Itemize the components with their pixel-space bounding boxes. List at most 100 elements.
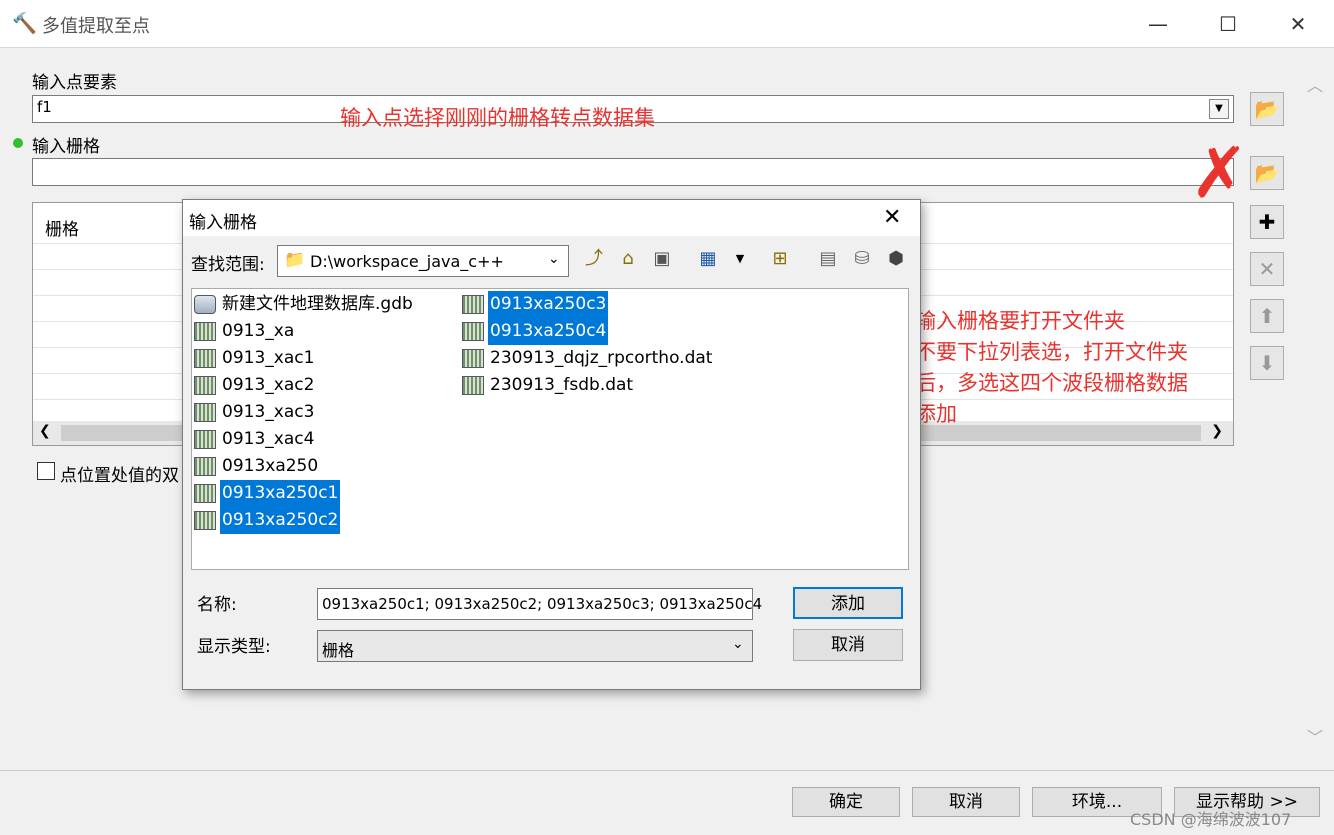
new-folder-icon[interactable]: ⊞ bbox=[767, 246, 793, 272]
file-name: 0913_xa bbox=[222, 321, 295, 341]
scroll-up-icon[interactable]: ︿ bbox=[1307, 72, 1323, 96]
list-item[interactable]: 0913_xa bbox=[194, 318, 415, 345]
raster-icon bbox=[462, 322, 484, 341]
open-folder-icon[interactable]: 📂 bbox=[1250, 156, 1284, 190]
type-label: 显示类型: bbox=[197, 637, 271, 657]
input-points-label: 输入点要素 bbox=[32, 73, 117, 93]
chevron-down-icon[interactable]: ⌄ bbox=[548, 251, 560, 267]
input-points-value: f1 bbox=[37, 98, 52, 116]
list-item[interactable]: 0913_xac1 bbox=[194, 345, 415, 372]
raster-icon bbox=[462, 376, 484, 395]
scroll-down-icon[interactable]: ﹀ bbox=[1307, 724, 1323, 748]
catalog-icon[interactable]: ▤ bbox=[815, 246, 841, 272]
home-icon[interactable]: ⌂ bbox=[615, 246, 641, 272]
list-item[interactable]: 0913xa250 bbox=[194, 453, 415, 480]
lookin-value: D:\workspace_java_c++ bbox=[310, 252, 504, 271]
file-name: 0913_xac3 bbox=[222, 402, 315, 422]
chevron-down-icon[interactable]: ⌄ bbox=[732, 636, 744, 652]
list-item[interactable]: 0913xa250c1 bbox=[194, 480, 415, 507]
hammer-icon: 🔨 bbox=[12, 11, 37, 35]
input-raster-dialog: 输入栅格 ✕ 查找范围: 📁 D:\workspace_java_c++ ⌄ ⤴… bbox=[182, 199, 921, 690]
annotation-line: 不要下拉列表选，打开文件夹 bbox=[915, 340, 1188, 364]
folder-icon: 📁 bbox=[284, 250, 306, 270]
window-title: 多值提取至点 bbox=[42, 16, 150, 37]
input-rasters-combo[interactable] bbox=[32, 158, 1234, 186]
file-column-1: 新建文件地理数据库.gdb 0913_xa 0913_xac1 0913_xac2 09… bbox=[194, 291, 415, 534]
list-item[interactable]: 0913_xac3 bbox=[194, 399, 415, 426]
up-folder-icon[interactable]: ⤴ bbox=[581, 246, 607, 272]
file-name: 0913xa250 bbox=[222, 456, 319, 476]
file-name: 0913_xac4 bbox=[222, 429, 315, 449]
list-item[interactable]: 0913xa250c2 bbox=[194, 507, 415, 534]
chevron-down-icon[interactable]: ▼ bbox=[1209, 99, 1229, 119]
raster-list-header: 栅格 bbox=[45, 220, 79, 240]
file-name: 新建文件地理数据库.gdb bbox=[222, 294, 413, 314]
ok-button[interactable]: 确定 bbox=[792, 787, 900, 817]
list-item[interactable]: 0913xa250c3 bbox=[462, 291, 714, 318]
scroll-right-icon[interactable]: ❯ bbox=[1211, 423, 1223, 439]
value-checkbox-label: 点位置处值的双 bbox=[60, 466, 179, 486]
close-icon[interactable]: ✕ bbox=[1286, 12, 1310, 36]
open-folder-icon[interactable]: 📂 bbox=[1250, 92, 1284, 126]
lookin-label: 查找范围: bbox=[191, 255, 265, 275]
file-name: 0913xa250c2 bbox=[220, 507, 341, 534]
list-item[interactable]: 230913_fsdb.dat bbox=[462, 372, 714, 399]
lookin-combo[interactable]: 📁 D:\workspace_java_c++ ⌄ bbox=[277, 245, 569, 277]
dialog-title-bar: 输入栅格 ✕ bbox=[183, 200, 920, 236]
raster-icon bbox=[462, 295, 484, 314]
watermark: CSDN @海绵波波107 bbox=[1130, 810, 1292, 829]
cancel-button[interactable]: 取消 bbox=[912, 787, 1020, 817]
geodatabase-icon bbox=[194, 295, 216, 314]
name-label: 名称: bbox=[197, 595, 237, 615]
value-checkbox[interactable] bbox=[37, 462, 55, 480]
raster-icon bbox=[462, 349, 484, 368]
close-icon[interactable]: ✕ bbox=[883, 205, 901, 230]
remove-icon[interactable]: ✕ bbox=[1250, 252, 1284, 286]
annotation-note-1: 输入点选择刚刚的栅格转点数据集 bbox=[340, 106, 655, 130]
raster-icon bbox=[194, 430, 216, 449]
raster-icon bbox=[194, 322, 216, 341]
input-rasters-label: 输入栅格 bbox=[32, 137, 100, 157]
raster-icon bbox=[194, 403, 216, 422]
annotation-line: 添加 bbox=[915, 402, 957, 426]
vertical-scrollbar[interactable]: ︿ ﹀ bbox=[1302, 60, 1328, 760]
list-item[interactable]: 新建文件地理数据库.gdb bbox=[194, 291, 415, 318]
raster-icon bbox=[194, 376, 216, 395]
list-item[interactable]: 0913_xac2 bbox=[194, 372, 415, 399]
list-view-icon[interactable]: ▦ bbox=[695, 246, 721, 272]
file-column-2: 0913xa250c3 0913xa250c4 230913_dqjz_rpcort… bbox=[462, 291, 714, 399]
database-icon[interactable]: ⛁ bbox=[849, 246, 875, 272]
annotation-line: 后，多选这四个波段栅格数据 bbox=[915, 371, 1188, 395]
type-select[interactable]: 栅格 ⌄ bbox=[317, 630, 753, 662]
name-value: 0913xa250c1; 0913xa250c2; 0913xa250c3; 0… bbox=[322, 595, 763, 613]
file-name: 0913xa250c3 bbox=[488, 291, 609, 318]
move-down-icon[interactable]: ⬇ bbox=[1250, 346, 1284, 380]
connect-folder-icon[interactable]: ▣ bbox=[649, 246, 675, 272]
file-name: 0913_xac2 bbox=[222, 375, 315, 395]
toolbox-icon[interactable]: ⬢ bbox=[883, 246, 909, 272]
add-icon[interactable]: ✚ bbox=[1250, 205, 1284, 239]
raster-icon bbox=[194, 511, 216, 530]
scroll-left-icon[interactable]: ❮ bbox=[39, 423, 51, 439]
minimize-icon[interactable]: — bbox=[1146, 12, 1170, 36]
dialog-cancel-button[interactable]: 取消 bbox=[793, 629, 903, 661]
file-name: 0913xa250c4 bbox=[488, 318, 609, 345]
annotation-line: 输入栅格要打开文件夹 bbox=[915, 309, 1125, 333]
required-dot-icon bbox=[13, 138, 23, 148]
view-dropdown-icon[interactable]: ▼ bbox=[727, 246, 753, 272]
file-name: 230913_dqjz_rpcortho.dat bbox=[490, 348, 713, 368]
move-up-icon[interactable]: ⬆ bbox=[1250, 299, 1284, 333]
list-item[interactable]: 230913_dqjz_rpcortho.dat bbox=[462, 345, 714, 372]
raster-icon bbox=[194, 349, 216, 368]
raster-icon bbox=[194, 457, 216, 476]
list-item[interactable]: 0913xa250c4 bbox=[462, 318, 714, 345]
maximize-icon[interactable]: ☐ bbox=[1216, 12, 1240, 36]
title-bar: 🔨 多值提取至点 — ☐ ✕ bbox=[0, 0, 1334, 48]
add-button[interactable]: 添加 bbox=[793, 587, 903, 619]
type-value: 栅格 bbox=[322, 641, 355, 660]
file-name: 230913_fsdb.dat bbox=[490, 375, 634, 395]
file-name: 0913_xac1 bbox=[222, 348, 315, 368]
list-item[interactable]: 0913_xac4 bbox=[194, 426, 415, 453]
name-input[interactable]: 0913xa250c1; 0913xa250c2; 0913xa250c3; 0… bbox=[317, 588, 762, 620]
file-list[interactable]: 新建文件地理数据库.gdb 0913_xa 0913_xac1 0913_xac2 09… bbox=[191, 288, 909, 570]
